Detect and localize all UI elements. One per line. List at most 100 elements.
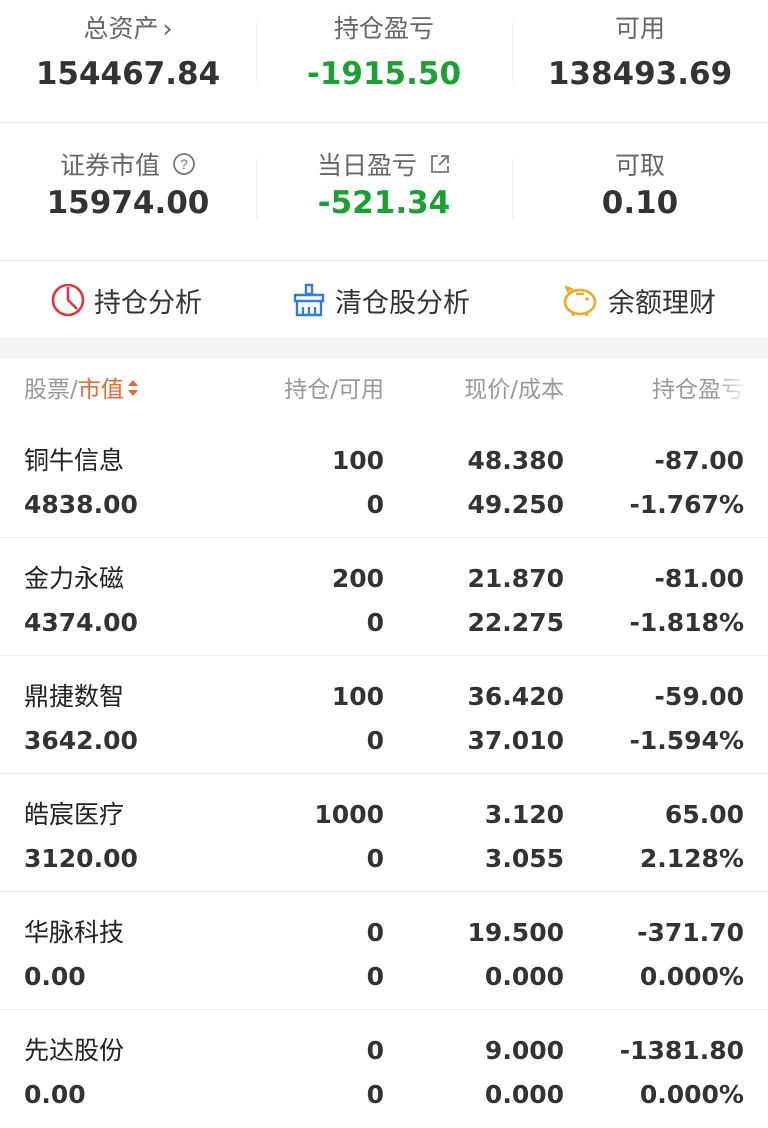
available-qty: 0 [366, 1080, 384, 1109]
securities-value-cell: 证券市值 ? 15974.00 [0, 123, 256, 260]
table-row[interactable]: 铜牛信息 4838.00 100 0 48.380 49.250 -87.00 -1.767% [0, 420, 768, 538]
daily-pl-label-wrap: 当日盈亏 [256, 151, 512, 182]
current-price: 48.380 [467, 446, 564, 475]
stock-name: 鼎捷数智 [24, 682, 125, 711]
cost-price: 3.055 [484, 844, 564, 873]
position-pl-value: -1915.50 [306, 56, 462, 92]
securities-value-value: 15974.00 [46, 185, 210, 221]
section-divider [0, 338, 768, 358]
table-row[interactable]: 先达股份 0.00 0 0 9.000 0.000 -1381.80 0.000% [0, 1010, 768, 1128]
table-row[interactable]: 华脉科技 0.00 0 0 19.500 0.000 -371.70 0.000% [0, 892, 768, 1010]
market-value: 4374.00 [24, 608, 138, 637]
position-pl-pct: 0.000% [639, 962, 744, 991]
stock-name: 金力永磁 [24, 564, 125, 593]
holding-qty: 1000 [314, 800, 384, 829]
position-pl: -81.00 [654, 564, 744, 593]
available-qty: 0 [366, 844, 384, 873]
withdrawable-value: 0.10 [601, 185, 679, 221]
header-stock: 股票 [24, 377, 70, 403]
cost-price: 0.000 [484, 962, 564, 991]
holding-qty: 0 [366, 918, 384, 947]
broom-icon [293, 283, 325, 317]
position-analysis-button[interactable]: 持仓分析 [50, 261, 202, 339]
securities-value-label-wrap: 证券市值 ? [0, 151, 256, 183]
balance-finance-button[interactable]: 余额理财 [560, 261, 716, 339]
cost-price: 0.000 [484, 1080, 564, 1109]
cost-price: 49.250 [467, 490, 564, 519]
position-pl: 65.00 [664, 800, 744, 829]
total-assets-label-wrap: 总资产 › [0, 14, 256, 44]
securities-value-label: 证券市值 [60, 151, 161, 180]
daily-pl-value: -521.34 [317, 185, 451, 221]
positions-table-header: 股票/市值 持仓/可用 现价/成本 持仓盈亏 [0, 358, 768, 420]
position-pl: -59.00 [654, 682, 744, 711]
stock-name: 铜牛信息 [24, 446, 125, 475]
total-assets-label: 总资产 [83, 14, 159, 43]
sort-icon [126, 377, 140, 405]
holding-qty: 100 [331, 446, 384, 475]
withdrawable-label: 可取 [614, 151, 665, 180]
total-assets-cell[interactable]: 总资产 › 154467.84 [0, 0, 256, 122]
header-price: 现价/成本 [464, 377, 564, 403]
account-summary-top: 总资产 › 154467.84 持仓盈亏 -1915.50 可用 138493.6… [0, 0, 768, 122]
total-assets-value: 154467.84 [35, 56, 221, 92]
market-value: 0.00 [24, 1080, 86, 1109]
stock-name: 先达股份 [24, 1036, 125, 1065]
header-market-value: 市值 [77, 377, 124, 403]
table-row[interactable]: 金力永磁 4374.00 200 0 21.870 22.275 -81.00 -1.818% [0, 538, 768, 656]
cleared-stock-analysis-label: 清仓股分析 [335, 287, 470, 319]
available-qty: 0 [366, 962, 384, 991]
cost-price: 37.010 [467, 726, 564, 755]
daily-pl-cell[interactable]: 当日盈亏 -521.34 [256, 123, 512, 260]
holding-qty: 200 [331, 564, 384, 593]
cleared-stock-analysis-button[interactable]: 清仓股分析 [291, 261, 470, 339]
pie-chart-icon [51, 283, 85, 317]
available-cell: 可用 138493.69 [512, 0, 768, 122]
available-qty: 0 [366, 490, 384, 519]
stock-market-value-sort[interactable]: 股票/市值 [24, 376, 140, 405]
holding-qty: 0 [366, 1036, 384, 1065]
table-row[interactable]: 鼎捷数智 3642.00 100 0 36.420 37.010 -59.00 -1.594% [0, 656, 768, 774]
header-separator: / [70, 377, 78, 403]
position-pl: -371.70 [637, 918, 744, 947]
current-price: 9.000 [484, 1036, 564, 1065]
available-qty: 0 [366, 726, 384, 755]
position-pl: -87.00 [654, 446, 744, 475]
position-analysis-label: 持仓分析 [94, 287, 202, 319]
stock-name: 华脉科技 [24, 918, 125, 947]
external-link-icon[interactable] [429, 152, 451, 182]
position-pl-pct: -1.594% [629, 726, 744, 755]
current-price: 3.120 [484, 800, 564, 829]
analysis-tools: 持仓分析 清仓股分析 余额理财 [0, 260, 768, 338]
position-pl-cell: 持仓盈亏 -1915.50 [256, 0, 512, 122]
withdrawable-cell: 可取 0.10 [512, 123, 768, 260]
header-holding: 持仓/可用 [284, 377, 384, 403]
svg-text:?: ? [180, 156, 188, 172]
balance-finance-label: 余额理财 [608, 287, 716, 319]
stock-name: 皓宸医疗 [24, 800, 125, 829]
market-value: 3642.00 [24, 726, 138, 755]
position-pl-label: 持仓盈亏 [333, 14, 434, 43]
position-pl-pct: 2.128% [639, 844, 744, 873]
current-price: 21.870 [467, 564, 564, 593]
table-row[interactable]: 皓宸医疗 3120.00 1000 0 3.120 3.055 65.00 2.128% [0, 774, 768, 892]
position-pl: -1381.80 [619, 1036, 744, 1065]
position-pl-pct: -1.767% [629, 490, 744, 519]
available-value: 138493.69 [547, 56, 733, 92]
available-qty: 0 [366, 608, 384, 637]
market-value: 0.00 [24, 962, 86, 991]
help-icon[interactable]: ? [172, 152, 196, 183]
available-label: 可用 [614, 14, 665, 43]
current-price: 36.420 [467, 682, 564, 711]
current-price: 19.500 [467, 918, 564, 947]
daily-pl-label: 当日盈亏 [317, 151, 418, 180]
cost-price: 22.275 [467, 608, 564, 637]
market-value: 3120.00 [24, 844, 138, 873]
holding-qty: 100 [331, 682, 384, 711]
position-pl-pct: 0.000% [639, 1080, 744, 1109]
account-summary-bottom: 证券市值 ? 15974.00 当日盈亏 -521.34 可取 0.10 [0, 122, 768, 260]
market-value: 4838.00 [24, 490, 138, 519]
chevron-right-icon: › [162, 14, 173, 43]
piggy-bank-icon [563, 285, 597, 316]
position-pl-pct: -1.818% [629, 608, 744, 637]
